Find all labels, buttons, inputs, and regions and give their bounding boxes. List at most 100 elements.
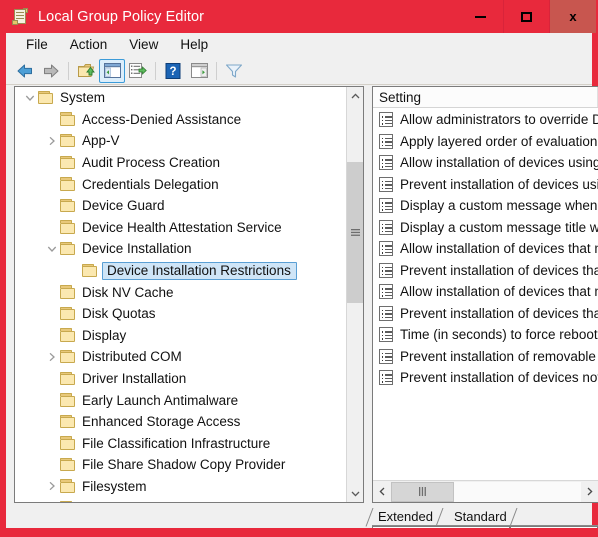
tree-item-label: File Share Shadow Copy Provider [82, 457, 286, 473]
tab-extended-label: Extended [378, 508, 433, 524]
console-tree-pane[interactable]: System Access-Denied Assistance App-V Audit… [14, 86, 364, 503]
tree-scroll-up-button[interactable] [347, 87, 363, 104]
tree-expander-spacer [44, 111, 60, 127]
list-hscroll-track[interactable] [391, 481, 581, 502]
tree-item-credentials-delegation[interactable]: Credentials Delegation [15, 173, 346, 195]
tree-vertical-scrollbar[interactable] [346, 87, 363, 502]
list-column-header[interactable]: Setting [373, 87, 598, 108]
setting-row[interactable]: Prevent installation of devices using dr… [373, 174, 598, 196]
tree-item-disk-quotas[interactable]: Disk Quotas [15, 303, 346, 325]
up-one-level-button[interactable] [73, 59, 99, 83]
list-scroll-right-button[interactable] [581, 481, 598, 502]
tree-item-device-guard[interactable]: Device Guard [15, 195, 346, 217]
svg-text:?: ? [169, 66, 176, 78]
tree-item-label: System [60, 90, 106, 106]
tab-standard[interactable]: Standard [447, 506, 518, 527]
tree-item-device-health-attestation-service[interactable]: Device Health Attestation Service [15, 217, 346, 239]
tree-item-driver-installation[interactable]: Driver Installation [15, 368, 346, 390]
folder-icon [60, 349, 76, 364]
column-header-setting: Setting [379, 89, 422, 105]
setting-row[interactable]: Display a custom message when installati… [373, 195, 598, 217]
policy-setting-icon [379, 176, 393, 192]
tree-item-enhanced-storage-access[interactable]: Enhanced Storage Access [15, 411, 346, 433]
console-tree-icon [103, 63, 121, 78]
folder-icon [60, 220, 76, 234]
settings-list-pane[interactable]: Setting Allow administrators to override… [372, 86, 598, 503]
tree-expander-collapsed[interactable] [44, 478, 60, 494]
setting-row[interactable]: Allow installation of devices that match… [373, 281, 598, 303]
tree-item-distributed-com[interactable]: Distributed COM [15, 346, 346, 368]
tree-item-folder-redirection[interactable]: Folder Redirection [15, 497, 346, 502]
folder-icon [60, 177, 76, 191]
tree-item-label: Driver Installation [82, 371, 187, 387]
tree-item-early-launch-antimalware[interactable]: Early Launch Antimalware [15, 389, 346, 411]
help-button[interactable]: ? [160, 59, 186, 83]
tree-scroll-down-button[interactable] [347, 485, 363, 502]
filter-button[interactable] [221, 59, 247, 83]
minimize-icon [475, 15, 486, 18]
menu-action[interactable]: Action [59, 35, 119, 55]
setting-row[interactable]: Prevent installation of devices not desc… [373, 367, 598, 389]
tree-expander-expanded[interactable] [44, 241, 60, 257]
toolbar-separator [155, 61, 156, 80]
setting-row[interactable]: Allow installation of devices using driv… [373, 152, 598, 174]
chevron-right-icon [587, 487, 593, 496]
policy-setting-icon [379, 305, 393, 321]
tree-item-label: Early Launch Antimalware [82, 392, 239, 408]
tree-item-system[interactable]: System [15, 87, 346, 109]
tree-item-display[interactable]: Display [15, 325, 346, 347]
tree-expander-spacer [44, 414, 60, 430]
tree-item-device-installation-restrictions[interactable]: Device Installation Restrictions [15, 260, 346, 282]
close-icon: x [569, 9, 577, 24]
grip-icon [419, 487, 426, 496]
list-scroll-left-button[interactable] [373, 481, 391, 502]
tab-extended[interactable]: Extended [365, 506, 444, 527]
console-tree: System Access-Denied Assistance App-V Audit… [15, 87, 346, 502]
menu-view[interactable]: View [118, 35, 169, 55]
setting-row[interactable]: Prevent installation of removable device… [373, 346, 598, 368]
setting-label: Allow installation of devices that match… [400, 241, 598, 257]
show-action-pane-button[interactable] [186, 59, 212, 83]
folder-icon [82, 263, 98, 278]
back-button[interactable] [12, 59, 38, 83]
tree-item-label: Filesystem [82, 478, 147, 494]
tree-item-access-denied-assistance[interactable]: Access-Denied Assistance [15, 109, 346, 131]
tree-scrollbar-thumb[interactable] [347, 162, 363, 303]
tree-item-filesystem[interactable]: Filesystem [15, 476, 346, 498]
tree-expander-collapsed[interactable] [44, 133, 60, 149]
menu-help[interactable]: Help [169, 35, 219, 55]
tree-item-audit-process-creation[interactable]: Audit Process Creation [15, 152, 346, 174]
tree-expander-collapsed[interactable] [44, 349, 60, 365]
tree-item-label: Device Guard [82, 198, 165, 214]
maximize-icon [521, 11, 532, 22]
setting-row[interactable]: Allow administrators to override DeviceI… [373, 109, 598, 131]
maximize-button[interactable] [504, 0, 550, 33]
menu-file[interactable]: File [15, 35, 59, 55]
list-horizontal-scrollbar[interactable] [373, 480, 598, 502]
folder-icon [60, 133, 76, 148]
tree-item-app-v[interactable]: App-V [15, 130, 346, 152]
setting-row[interactable]: Allow installation of devices that match… [373, 238, 598, 260]
export-list-button[interactable] [125, 59, 151, 83]
show-hide-console-tree-button[interactable] [99, 58, 125, 83]
tree-item-disk-nv-cache[interactable]: Disk NV Cache [15, 281, 346, 303]
setting-row[interactable]: Apply layered order of evaluation for Al… [373, 131, 598, 153]
tree-item-file-share-shadow-copy-provider[interactable]: File Share Shadow Copy Provider [15, 454, 346, 476]
list-hscroll-thumb[interactable] [391, 481, 454, 502]
setting-row[interactable]: Time (in seconds) to force reboot when r… [373, 324, 598, 346]
setting-row[interactable]: Prevent installation of devices that mat… [373, 303, 598, 325]
close-button[interactable]: x [550, 0, 596, 33]
tree-expander-spacer [44, 457, 60, 473]
tree-item-label: Device Installation [82, 241, 192, 257]
policy-setting-icon [379, 284, 393, 300]
forward-button[interactable] [38, 59, 64, 83]
setting-label: Apply layered order of evaluation for Al… [400, 133, 598, 149]
minimize-button[interactable] [458, 0, 504, 33]
setting-row[interactable]: Display a custom message title when devi… [373, 217, 598, 239]
tree-expander-expanded[interactable] [22, 90, 38, 106]
tree-item-file-classification-infrastructure[interactable]: File Classification Infrastructure [15, 433, 346, 455]
setting-row[interactable]: Prevent installation of devices that mat… [373, 260, 598, 282]
tree-expander-spacer [44, 435, 60, 451]
tree-item-device-installation[interactable]: Device Installation [15, 238, 346, 260]
title-bar[interactable]: Local Group Policy Editor x [0, 0, 598, 33]
